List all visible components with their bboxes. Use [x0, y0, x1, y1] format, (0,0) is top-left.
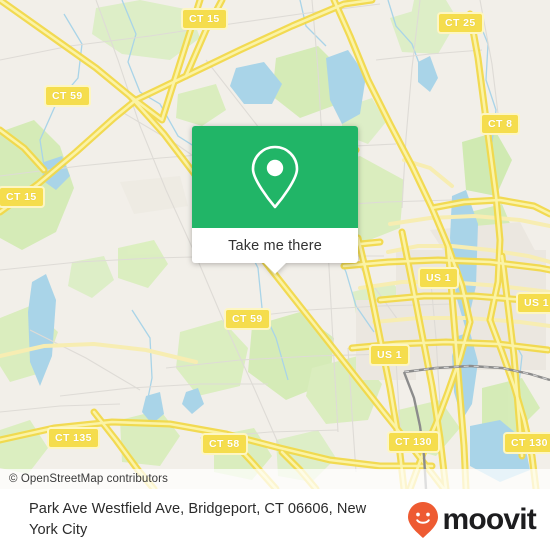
road-shield: US 1: [418, 267, 459, 289]
road-shield: CT 8: [480, 113, 521, 135]
map-pin-icon: [251, 145, 299, 209]
moovit-wordmark: moovit: [442, 502, 536, 536]
address-label: Park Ave Westfield Ave, Bridgeport, CT 0…: [29, 500, 367, 538]
moovit-map-share-screen: CT 15 CT 25 CT 59 CT 8 CT 15 US 1 US 1 C…: [0, 0, 550, 550]
road-shield: US 1: [369, 344, 410, 366]
footer-bar: Park Ave Westfield Ave, Bridgeport, CT 0…: [0, 489, 550, 550]
road-shield: CT 130: [387, 431, 440, 453]
road-shield: CT 135: [47, 427, 100, 449]
road-shield: US 1: [516, 292, 550, 314]
road-shield: CT 59: [44, 85, 91, 107]
location-popup-card[interactable]: Take me there: [192, 126, 358, 274]
moovit-pin-icon: [408, 501, 439, 538]
road-shield: CT 58: [201, 433, 248, 455]
moovit-logo[interactable]: moovit: [407, 501, 537, 539]
popup-footer[interactable]: Take me there: [192, 228, 358, 274]
road-shield: CT 59: [224, 308, 271, 330]
openstreetmap-attribution: © OpenStreetMap contributors: [9, 473, 168, 485]
popup-header: [192, 126, 358, 228]
popup-tail-pointer: [264, 263, 286, 274]
take-me-there-label: Take me there: [228, 237, 322, 254]
map-canvas[interactable]: CT 15 CT 25 CT 59 CT 8 CT 15 US 1 US 1 C…: [0, 0, 550, 489]
road-shield: CT 15: [181, 8, 228, 30]
road-shield: CT 130: [503, 432, 550, 454]
road-shield: CT 25: [437, 12, 484, 34]
map-attribution-bar: © OpenStreetMap contributors: [0, 469, 550, 489]
road-shield: CT 15: [0, 186, 45, 208]
